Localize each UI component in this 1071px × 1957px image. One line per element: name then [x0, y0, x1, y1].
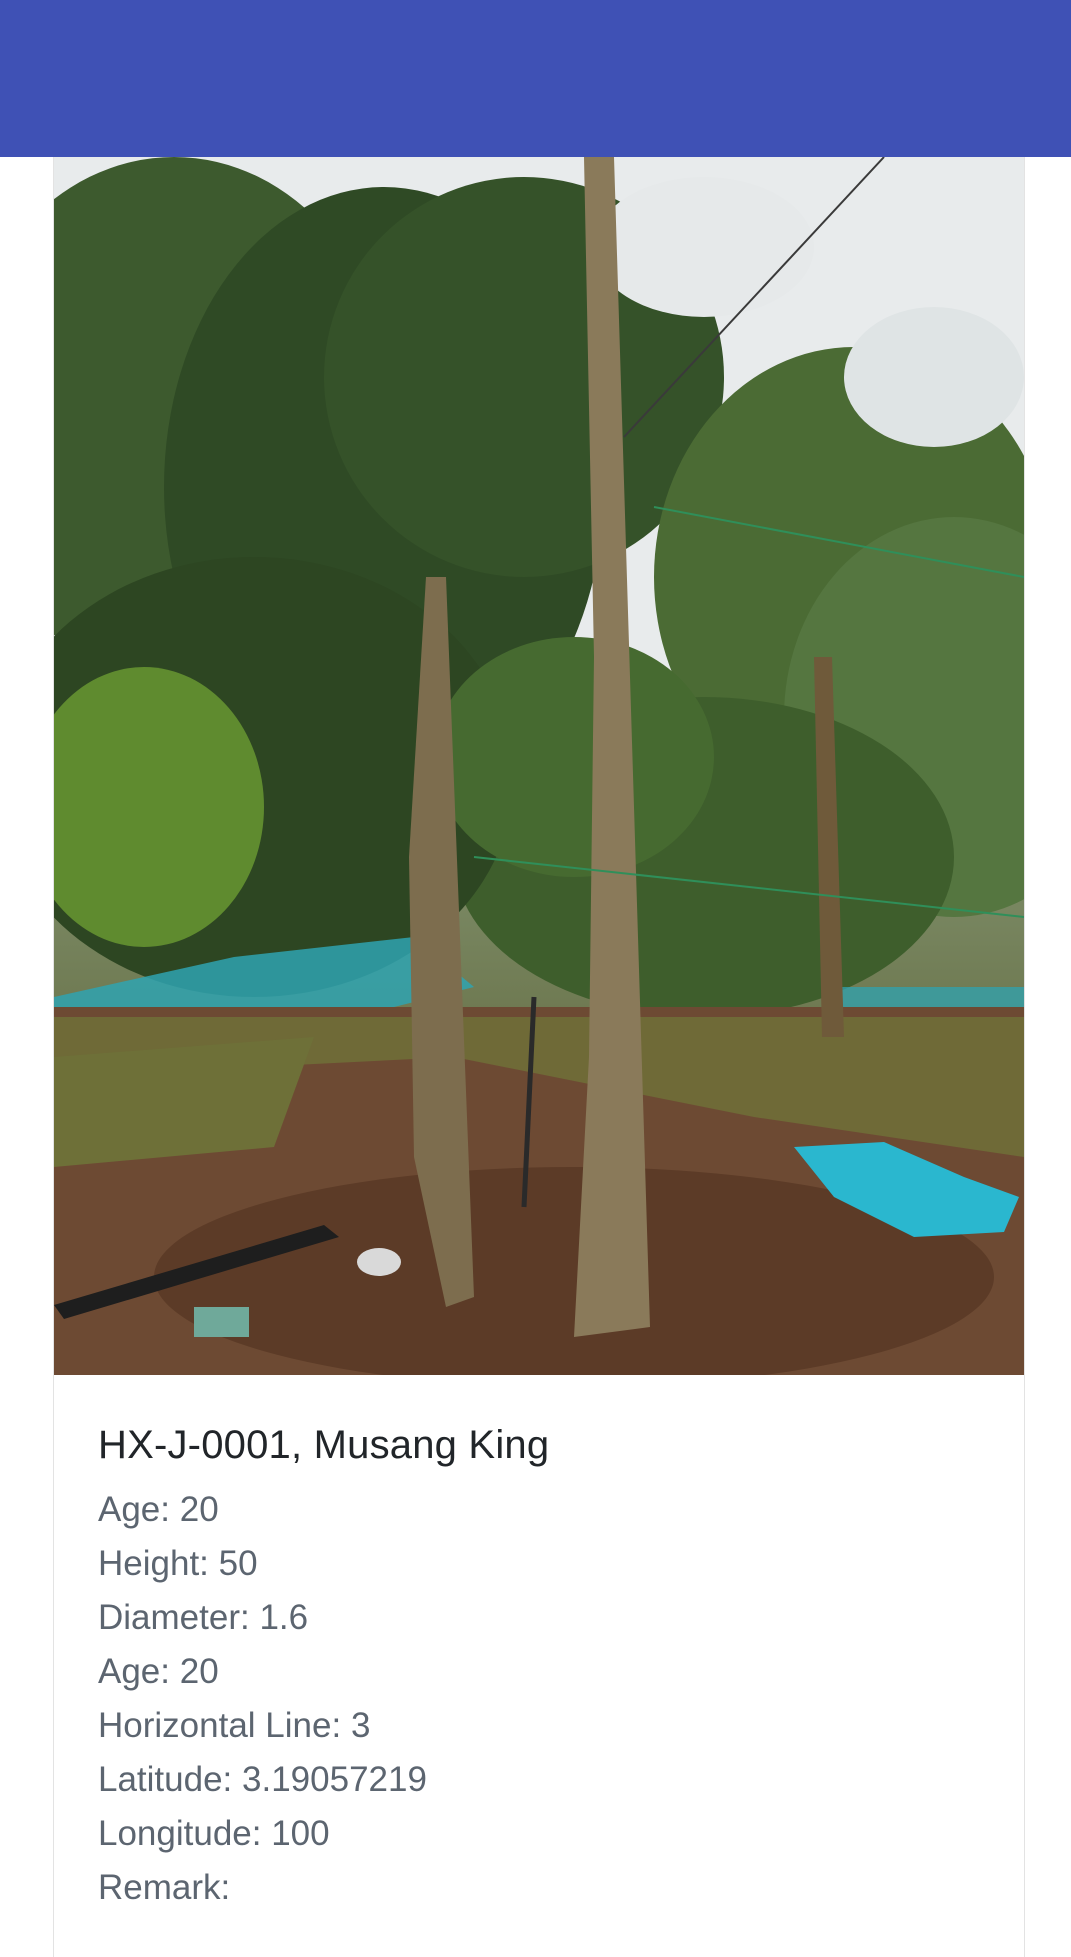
field-latitude: Latitude: 3.19057219	[98, 1753, 978, 1807]
field-diameter: Diameter: 1.6	[98, 1591, 978, 1645]
field-longitude: Longitude: 100	[98, 1807, 978, 1861]
field-label: Remark:	[98, 1868, 231, 1907]
field-value: 1.6	[259, 1598, 309, 1637]
field-label: Age:	[98, 1652, 170, 1691]
field-height: Height: 50	[98, 1537, 978, 1591]
field-value: 3.19057219	[242, 1760, 427, 1799]
field-horizontal-line: Horizontal Line: 3	[98, 1699, 978, 1753]
tree-photo	[54, 157, 1024, 1375]
app-bar	[0, 0, 1071, 157]
field-value: 50	[218, 1544, 258, 1583]
field-label: Latitude:	[98, 1760, 233, 1799]
tree-details: HX-J-0001, Musang King Age: 20 Height: 5…	[98, 1419, 978, 1915]
field-value: 100	[271, 1814, 330, 1853]
tree-card[interactable]: HX-J-0001, Musang King Age: 20 Height: 5…	[53, 157, 1025, 1957]
field-age: Age: 20	[98, 1483, 978, 1537]
tree-title: HX-J-0001, Musang King	[98, 1423, 550, 1467]
field-value: 20	[179, 1652, 219, 1691]
field-value: 3	[350, 1706, 371, 1745]
field-label: Horizontal Line:	[98, 1706, 342, 1745]
field-value: 20	[179, 1490, 219, 1529]
field-label: Diameter:	[98, 1598, 250, 1637]
field-label: Age:	[98, 1490, 170, 1529]
field-label: Height:	[98, 1544, 209, 1583]
field-age-2: Age: 20	[98, 1645, 978, 1699]
field-label: Longitude:	[98, 1814, 262, 1853]
field-remark: Remark:	[98, 1861, 978, 1915]
